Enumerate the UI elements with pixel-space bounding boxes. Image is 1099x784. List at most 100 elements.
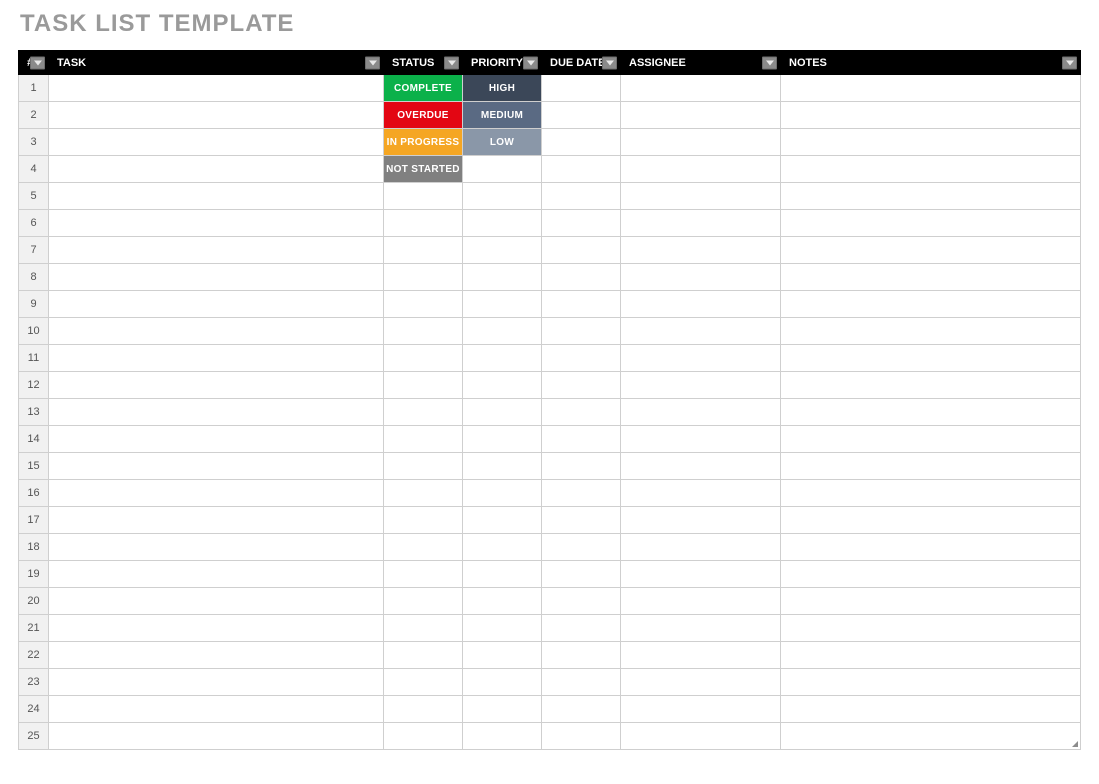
task-cell[interactable] bbox=[49, 210, 384, 237]
notes-cell[interactable] bbox=[781, 372, 1081, 399]
priority-cell[interactable] bbox=[463, 723, 542, 750]
assignee-cell[interactable] bbox=[621, 669, 781, 696]
task-cell[interactable] bbox=[49, 237, 384, 264]
due-date-cell[interactable] bbox=[542, 345, 621, 372]
notes-cell[interactable] bbox=[781, 669, 1081, 696]
row-number-cell[interactable]: 9 bbox=[19, 291, 49, 318]
notes-cell[interactable] bbox=[781, 156, 1081, 183]
due-date-cell[interactable] bbox=[542, 183, 621, 210]
priority-cell[interactable]: MEDIUM bbox=[463, 102, 542, 129]
row-number-cell[interactable]: 14 bbox=[19, 426, 49, 453]
priority-cell[interactable] bbox=[463, 642, 542, 669]
row-number-cell[interactable]: 15 bbox=[19, 453, 49, 480]
row-number-cell[interactable]: 21 bbox=[19, 615, 49, 642]
priority-cell[interactable] bbox=[463, 615, 542, 642]
notes-cell[interactable] bbox=[781, 588, 1081, 615]
task-cell[interactable] bbox=[49, 372, 384, 399]
row-number-cell[interactable]: 12 bbox=[19, 372, 49, 399]
notes-cell[interactable] bbox=[781, 291, 1081, 318]
assignee-cell[interactable] bbox=[621, 696, 781, 723]
due-date-cell[interactable] bbox=[542, 588, 621, 615]
row-number-cell[interactable]: 10 bbox=[19, 318, 49, 345]
task-cell[interactable] bbox=[49, 399, 384, 426]
notes-cell[interactable] bbox=[781, 183, 1081, 210]
task-cell[interactable] bbox=[49, 291, 384, 318]
assignee-cell[interactable] bbox=[621, 264, 781, 291]
assignee-cell[interactable] bbox=[621, 615, 781, 642]
assignee-cell[interactable] bbox=[621, 507, 781, 534]
assignee-cell[interactable] bbox=[621, 561, 781, 588]
priority-cell[interactable] bbox=[463, 318, 542, 345]
priority-cell[interactable] bbox=[463, 183, 542, 210]
task-cell[interactable] bbox=[49, 183, 384, 210]
assignee-cell[interactable] bbox=[621, 534, 781, 561]
row-number-cell[interactable]: 20 bbox=[19, 588, 49, 615]
notes-cell[interactable] bbox=[781, 237, 1081, 264]
due-date-cell[interactable] bbox=[542, 129, 621, 156]
due-date-cell[interactable] bbox=[542, 615, 621, 642]
notes-cell[interactable] bbox=[781, 561, 1081, 588]
notes-cell[interactable] bbox=[781, 318, 1081, 345]
notes-cell[interactable] bbox=[781, 129, 1081, 156]
status-cell[interactable] bbox=[384, 669, 463, 696]
task-cell[interactable] bbox=[49, 561, 384, 588]
filter-button-priority[interactable] bbox=[523, 56, 538, 69]
row-number-cell[interactable]: 16 bbox=[19, 480, 49, 507]
due-date-cell[interactable] bbox=[542, 291, 621, 318]
due-date-cell[interactable] bbox=[542, 561, 621, 588]
status-cell[interactable] bbox=[384, 237, 463, 264]
status-cell[interactable]: NOT STARTED bbox=[384, 156, 463, 183]
filter-button-task[interactable] bbox=[365, 56, 380, 69]
notes-cell[interactable] bbox=[781, 210, 1081, 237]
status-cell[interactable] bbox=[384, 588, 463, 615]
notes-cell[interactable] bbox=[781, 426, 1081, 453]
row-number-cell[interactable]: 24 bbox=[19, 696, 49, 723]
task-cell[interactable] bbox=[49, 534, 384, 561]
task-cell[interactable] bbox=[49, 453, 384, 480]
notes-cell[interactable] bbox=[781, 642, 1081, 669]
task-cell[interactable] bbox=[49, 507, 384, 534]
assignee-cell[interactable] bbox=[621, 426, 781, 453]
filter-button-notes[interactable] bbox=[1062, 56, 1077, 69]
due-date-cell[interactable] bbox=[542, 696, 621, 723]
task-cell[interactable] bbox=[49, 696, 384, 723]
row-number-cell[interactable]: 25 bbox=[19, 723, 49, 750]
status-cell[interactable] bbox=[384, 480, 463, 507]
status-cell[interactable] bbox=[384, 210, 463, 237]
due-date-cell[interactable] bbox=[542, 453, 621, 480]
filter-button-assignee[interactable] bbox=[762, 56, 777, 69]
priority-cell[interactable] bbox=[463, 264, 542, 291]
notes-cell[interactable] bbox=[781, 480, 1081, 507]
priority-cell[interactable] bbox=[463, 399, 542, 426]
task-cell[interactable] bbox=[49, 426, 384, 453]
assignee-cell[interactable] bbox=[621, 210, 781, 237]
priority-cell[interactable]: HIGH bbox=[463, 75, 542, 102]
task-cell[interactable] bbox=[49, 615, 384, 642]
row-number-cell[interactable]: 19 bbox=[19, 561, 49, 588]
priority-cell[interactable]: LOW bbox=[463, 129, 542, 156]
priority-cell[interactable] bbox=[463, 237, 542, 264]
notes-cell[interactable] bbox=[781, 453, 1081, 480]
due-date-cell[interactable] bbox=[542, 75, 621, 102]
row-number-cell[interactable]: 5 bbox=[19, 183, 49, 210]
assignee-cell[interactable] bbox=[621, 399, 781, 426]
notes-cell[interactable] bbox=[781, 264, 1081, 291]
assignee-cell[interactable] bbox=[621, 183, 781, 210]
status-cell[interactable]: COMPLETE bbox=[384, 75, 463, 102]
filter-button-due-date[interactable] bbox=[602, 56, 617, 69]
assignee-cell[interactable] bbox=[621, 318, 781, 345]
status-cell[interactable] bbox=[384, 291, 463, 318]
priority-cell[interactable] bbox=[463, 291, 542, 318]
status-cell[interactable]: IN PROGRESS bbox=[384, 129, 463, 156]
status-cell[interactable] bbox=[384, 507, 463, 534]
task-cell[interactable] bbox=[49, 156, 384, 183]
due-date-cell[interactable] bbox=[542, 372, 621, 399]
priority-cell[interactable] bbox=[463, 480, 542, 507]
due-date-cell[interactable] bbox=[542, 642, 621, 669]
status-cell[interactable] bbox=[384, 399, 463, 426]
due-date-cell[interactable] bbox=[542, 264, 621, 291]
task-cell[interactable] bbox=[49, 345, 384, 372]
status-cell[interactable]: OVERDUE bbox=[384, 102, 463, 129]
status-cell[interactable] bbox=[384, 696, 463, 723]
status-cell[interactable] bbox=[384, 372, 463, 399]
